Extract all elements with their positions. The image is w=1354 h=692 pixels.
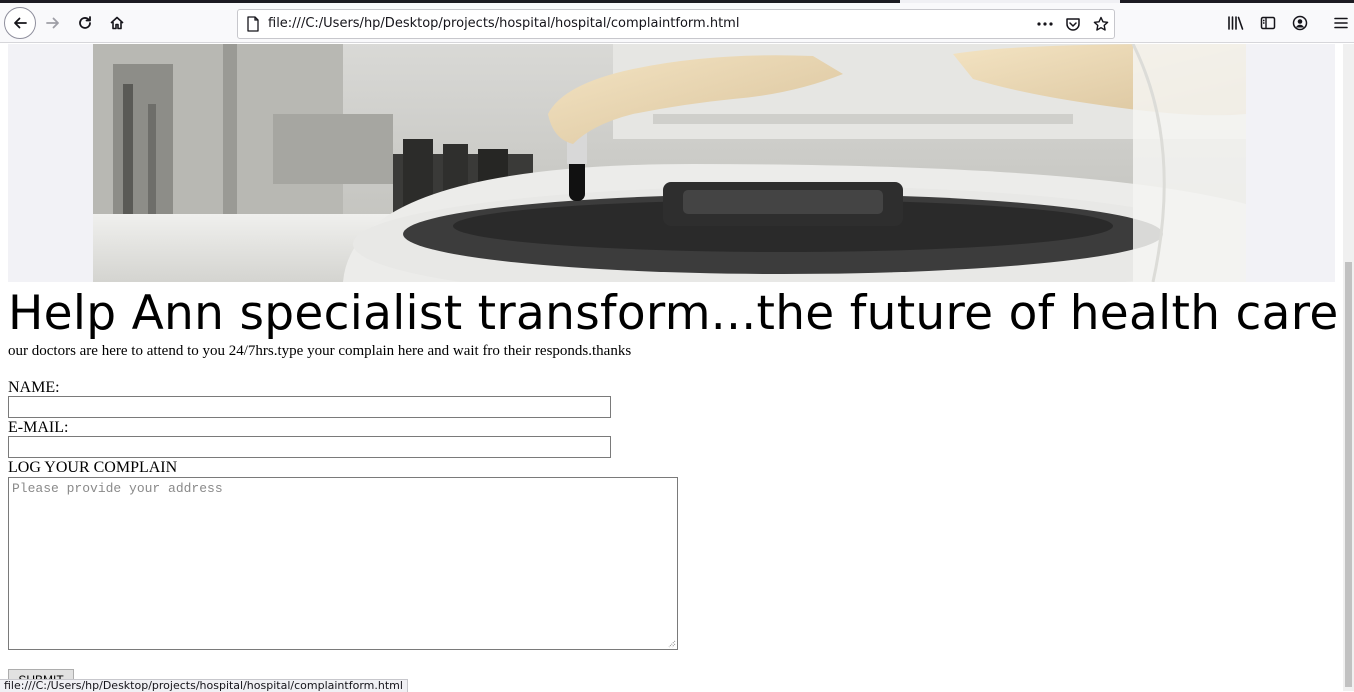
forward-icon (46, 17, 59, 29)
account-button[interactable] (1285, 8, 1315, 38)
complain-label: LOG YOUR COMPLAIN (8, 459, 178, 476)
home-button[interactable] (102, 8, 132, 38)
scrollbar-thumb[interactable] (1345, 262, 1352, 687)
reload-icon (79, 16, 91, 29)
home-icon (110, 16, 124, 30)
name-label: NAME: (8, 379, 60, 396)
page-headline: Help Ann specialist transform...the futu… (8, 286, 1339, 341)
url-bar[interactable]: file:///C:/Users/hp/Desktop/projects/hos… (237, 9, 1115, 39)
sidebar-icon (1260, 16, 1276, 30)
browser-toolbar: file:///C:/Users/hp/Desktop/projects/hos… (0, 3, 1354, 43)
email-label: E-MAIL: (8, 419, 69, 436)
library-button[interactable] (1221, 8, 1251, 38)
menu-icon (1334, 17, 1348, 29)
page-icon (246, 16, 260, 37)
url-text[interactable]: file:///C:/Users/hp/Desktop/projects/hos… (268, 10, 739, 38)
vertical-scrollbar[interactable] (1343, 44, 1354, 691)
forward-button[interactable] (38, 8, 68, 38)
banner-image (93, 44, 1246, 282)
sidebar-button[interactable] (1253, 8, 1283, 38)
back-button[interactable] (4, 7, 36, 39)
reload-button[interactable] (70, 8, 100, 38)
status-bar-url: file:///C:/Users/hp/Desktop/projects/hos… (0, 679, 408, 692)
back-icon (14, 17, 27, 29)
account-icon (1292, 15, 1308, 31)
menu-button[interactable] (1326, 8, 1354, 38)
intro-text: our doctors are here to attend to you 24… (8, 343, 632, 359)
library-icon (1228, 16, 1244, 30)
complain-textarea[interactable] (8, 477, 678, 650)
bookmark-star-icon[interactable] (1092, 15, 1110, 33)
page-viewport: Help Ann specialist transform...the futu… (0, 44, 1343, 691)
name-input[interactable] (8, 396, 611, 418)
banner (8, 44, 1335, 282)
email-input[interactable] (8, 436, 611, 458)
more-icon[interactable] (1036, 15, 1054, 33)
resize-grip-icon[interactable] (666, 638, 676, 648)
pocket-icon[interactable] (1064, 15, 1082, 33)
